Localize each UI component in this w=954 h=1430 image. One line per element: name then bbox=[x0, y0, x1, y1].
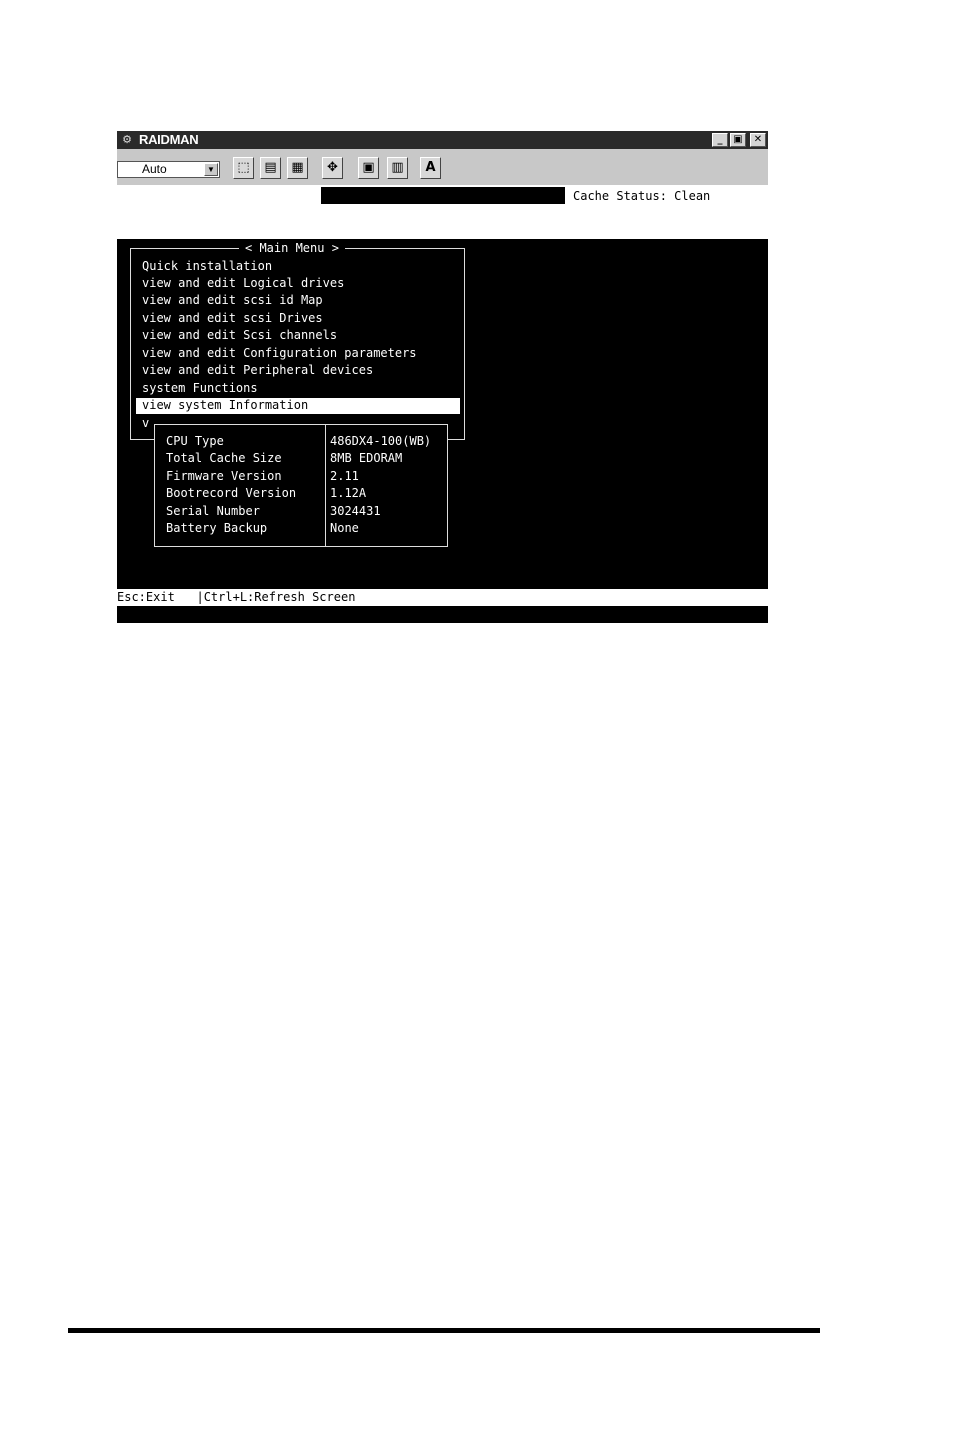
key-help-bar: Esc:Exit |Ctrl+L:Refresh Screen bbox=[117, 589, 768, 606]
main-menu-title: < Main Menu > bbox=[239, 240, 345, 256]
cache-status: Cache Status: Clean bbox=[573, 189, 711, 203]
properties-icon: ▣ bbox=[362, 160, 375, 175]
info-value-bootrecord-version: 1.12A bbox=[330, 486, 367, 500]
paste-icon: ▦ bbox=[291, 160, 304, 175]
info-label-bootrecord-version: Bootrecord Version bbox=[166, 486, 297, 500]
maximize-button[interactable]: ▣ bbox=[730, 133, 746, 147]
menu-item-system-information[interactable]: view system Information bbox=[142, 397, 308, 414]
info-value-cpu-type: 486DX4-100(WB) bbox=[330, 434, 432, 448]
fullscreen-icon: ✥ bbox=[327, 160, 338, 175]
menu-item-system-functions[interactable]: system Functions bbox=[142, 380, 258, 397]
info-label-cache-size: Total Cache Size bbox=[166, 451, 282, 465]
info-label-battery-backup: Battery Backup bbox=[166, 521, 268, 535]
status-strip: Cache Status: Clean bbox=[117, 185, 768, 239]
menu-item-quick-installation[interactable]: Quick installation bbox=[142, 258, 272, 275]
menu-item-scsi-id-map[interactable]: view and edit scsi id Map bbox=[142, 292, 323, 309]
toolbar: Auto ▼ ⬚ ▤ ▦ ✥ ▣ ▥ A bbox=[117, 149, 768, 185]
background-button[interactable]: ▥ bbox=[387, 157, 408, 179]
background-icon: ▥ bbox=[391, 160, 404, 175]
properties-button[interactable]: ▣ bbox=[358, 157, 379, 179]
minimize-button[interactable]: _ bbox=[712, 133, 728, 147]
menu-item-scsi-drives[interactable]: view and edit scsi Drives bbox=[142, 310, 323, 327]
info-value-firmware-version: 2.11 bbox=[330, 469, 359, 483]
info-label-firmware-version: Firmware Version bbox=[166, 469, 282, 483]
status-field bbox=[321, 187, 565, 204]
paste-button[interactable]: ▦ bbox=[287, 157, 308, 179]
info-value-serial-number: 3024431 bbox=[330, 504, 381, 518]
font-size-select[interactable]: Auto ▼ bbox=[117, 161, 220, 178]
font-size-select-value: Auto bbox=[142, 162, 167, 176]
font-icon: A bbox=[425, 160, 436, 175]
info-value-cache-size: 8MB EDORAM bbox=[330, 451, 403, 465]
menu-item-scsi-channels[interactable]: view and edit Scsi channels bbox=[142, 327, 337, 344]
title-bar[interactable]: ⚙ RAIDMAN _ ▣ ✕ bbox=[117, 131, 768, 149]
info-column-divider bbox=[325, 425, 326, 546]
system-information-panel: CPU Type 486DX4-100(WB) Total Cache Size… bbox=[154, 424, 448, 547]
copy-icon: ▤ bbox=[264, 160, 277, 175]
menu-item-logical-drives[interactable]: view and edit Logical drives bbox=[142, 275, 344, 292]
font-button[interactable]: A bbox=[420, 157, 441, 179]
menu-item-configuration-parameters[interactable]: view and edit Configuration parameters bbox=[142, 345, 417, 362]
chevron-down-icon[interactable]: ▼ bbox=[204, 163, 218, 176]
terminal-screen[interactable]: < Main Menu > Quick installation view an… bbox=[117, 239, 768, 589]
info-value-battery-backup: None bbox=[330, 521, 359, 535]
mark-button[interactable]: ⬚ bbox=[233, 157, 254, 179]
page-footer-rule bbox=[68, 1328, 820, 1333]
raidman-window: ⚙ RAIDMAN _ ▣ ✕ Auto ▼ ⬚ ▤ ▦ ✥ ▣ ▥ A Cac… bbox=[117, 131, 768, 623]
key-help-text: Esc:Exit |Ctrl+L:Refresh Screen bbox=[117, 590, 356, 604]
close-button[interactable]: ✕ bbox=[750, 133, 766, 147]
window-title: RAIDMAN bbox=[139, 132, 199, 147]
fullscreen-button[interactable]: ✥ bbox=[322, 157, 343, 179]
raidman-app-icon[interactable]: ⚙ bbox=[119, 133, 135, 147]
menu-item-peripheral-devices[interactable]: view and edit Peripheral devices bbox=[142, 362, 373, 379]
main-menu: < Main Menu > Quick installation view an… bbox=[130, 240, 465, 440]
info-label-cpu-type: CPU Type bbox=[166, 434, 224, 448]
bottom-edge bbox=[117, 606, 768, 623]
copy-button[interactable]: ▤ bbox=[260, 157, 281, 179]
mark-icon: ⬚ bbox=[237, 160, 250, 175]
info-label-serial-number: Serial Number bbox=[166, 504, 260, 518]
menu-item-view-event-logs[interactable]: v bbox=[142, 415, 149, 432]
